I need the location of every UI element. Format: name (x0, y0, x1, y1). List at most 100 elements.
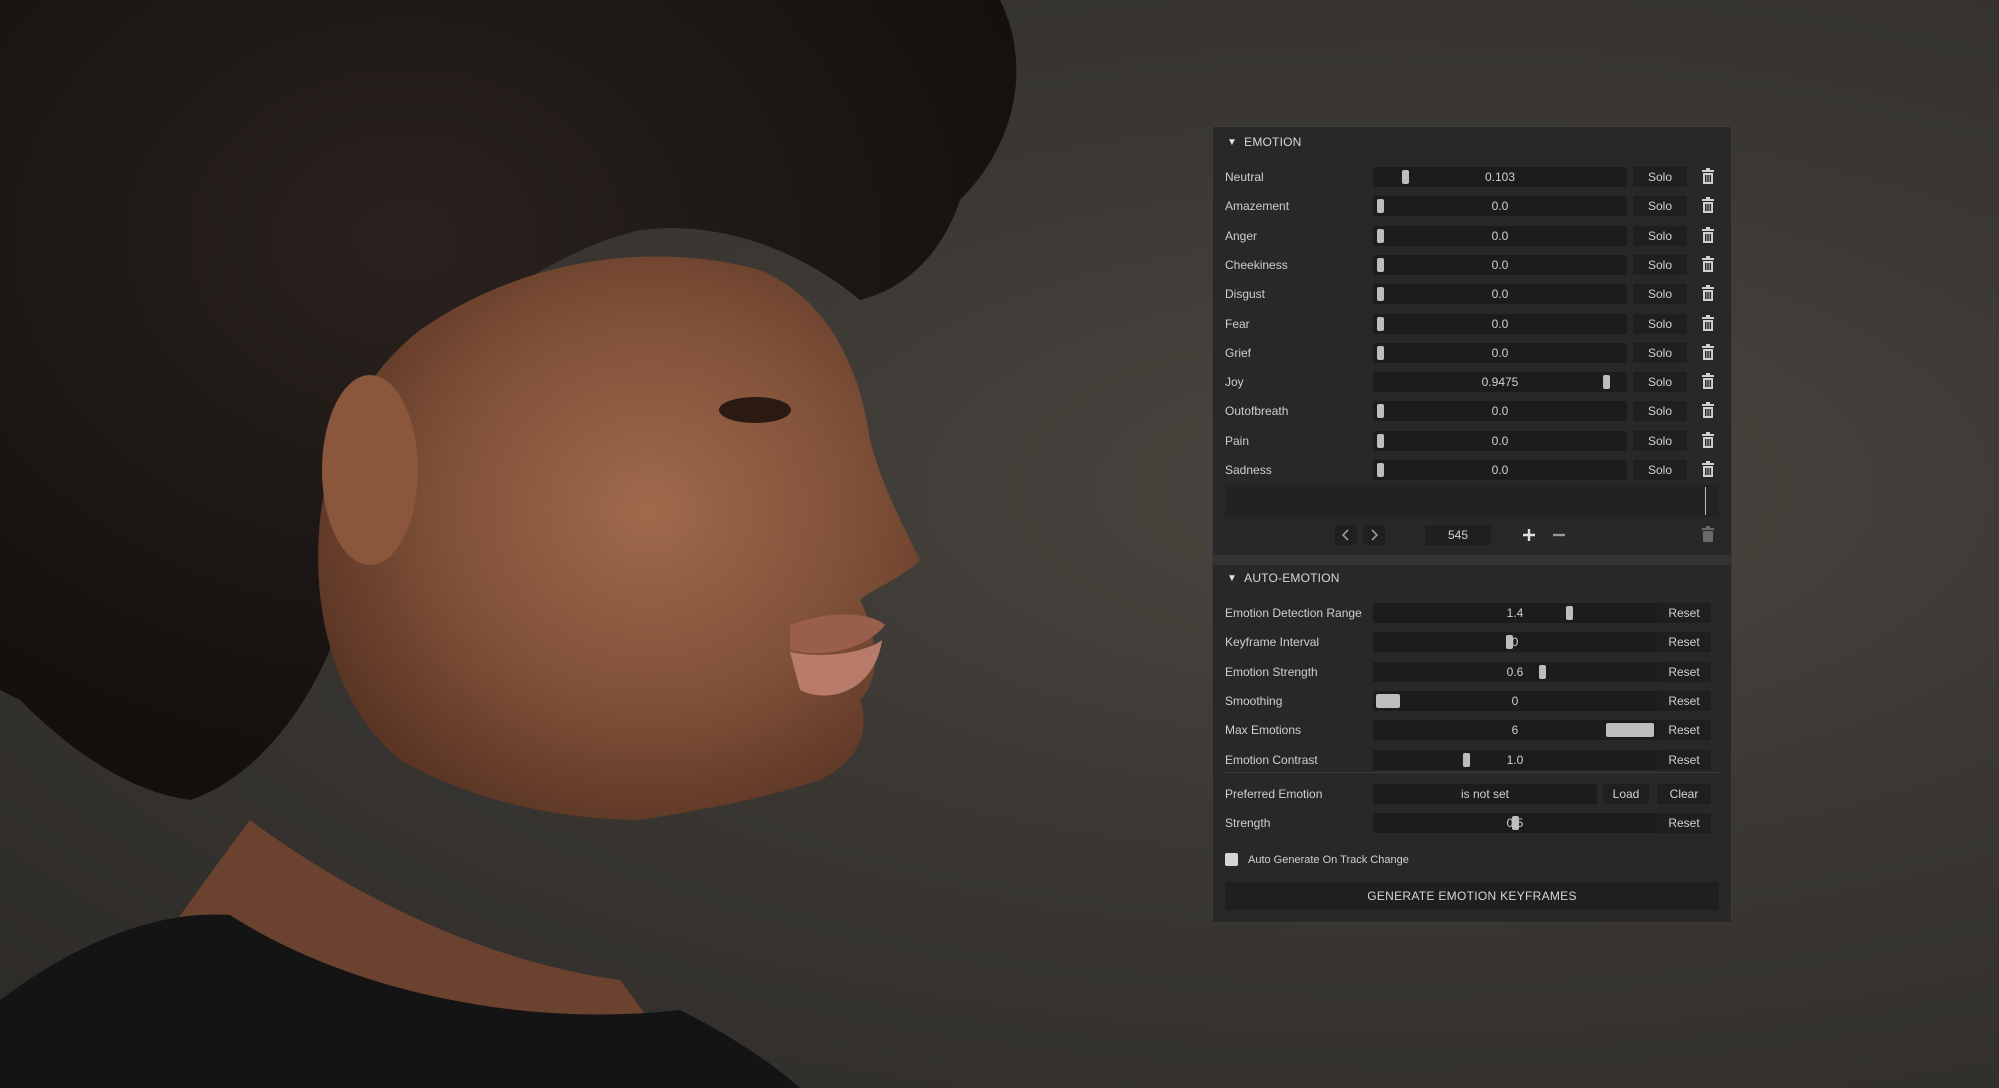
generate-emotion-keyframes-button[interactable]: GENERATE EMOTION KEYFRAMES (1225, 882, 1719, 910)
emotion-slider-knob[interactable] (1377, 199, 1384, 214)
emotion-slider-knob[interactable] (1603, 375, 1611, 390)
delete-emotion-button[interactable] (1701, 285, 1719, 303)
emotion-slider-knob[interactable] (1377, 433, 1384, 448)
emotion-slider-knob[interactable] (1377, 257, 1384, 272)
add-keyframe-button[interactable] (1521, 527, 1537, 543)
next-keyframe-button[interactable] (1363, 525, 1385, 545)
solo-button[interactable]: Solo (1633, 196, 1687, 217)
delete-all-keyframes-button[interactable] (1701, 526, 1719, 544)
auto-emotion-slider-knob[interactable] (1565, 606, 1573, 620)
reset-button[interactable]: Reset (1657, 632, 1711, 653)
emotion-slider-knob[interactable] (1401, 170, 1409, 184)
auto-emotion-slider-knob[interactable] (1606, 723, 1654, 738)
auto-emotion-slider-knob[interactable] (1462, 752, 1470, 767)
delete-emotion-button[interactable] (1701, 255, 1719, 274)
reset-button[interactable]: Reset (1657, 813, 1711, 833)
auto-emotion-value: 1.4 (1506, 606, 1524, 620)
emotion-value: 0.0 (1491, 199, 1509, 214)
emotion-slider-knob[interactable] (1377, 404, 1384, 419)
auto-emotion-slider[interactable]: 1.4 (1373, 603, 1657, 623)
reset-button[interactable]: Reset (1657, 720, 1711, 741)
emotion-label: Sadness (1225, 463, 1272, 477)
auto-emotion-slider[interactable]: 6 (1373, 720, 1657, 741)
emotion-slider-knob[interactable] (1377, 463, 1384, 477)
emotion-slider[interactable]: 0.0 (1373, 460, 1627, 480)
strength-slider-knob[interactable] (1511, 816, 1519, 830)
emotion-slider[interactable]: 0.0 (1373, 401, 1627, 422)
emotion-slider-knob[interactable] (1377, 228, 1384, 243)
timeline-cursor[interactable] (1705, 487, 1706, 515)
delete-emotion-button[interactable] (1701, 461, 1719, 479)
emotion-slider[interactable]: 0.0 (1373, 254, 1627, 275)
delete-emotion-button[interactable] (1701, 314, 1719, 333)
solo-button[interactable]: Solo (1633, 254, 1687, 275)
solo-button[interactable]: Solo (1633, 342, 1687, 363)
emotion-label: Grief (1225, 345, 1252, 360)
auto-emotion-section-header[interactable]: ▼ AUTO-EMOTION (1227, 569, 1340, 587)
emotion-slider-knob[interactable] (1377, 287, 1384, 302)
emotion-slider-knob[interactable] (1377, 316, 1384, 331)
auto-emotion-label: Max Emotions (1225, 723, 1302, 738)
prev-keyframe-button[interactable] (1335, 525, 1357, 545)
solo-button[interactable]: Solo (1633, 430, 1687, 451)
emotion-row: Anger 0.0 Solo (1225, 224, 1719, 248)
emotion-timeline[interactable] (1225, 485, 1719, 517)
auto-generate-checkbox[interactable] (1225, 853, 1238, 866)
solo-button[interactable]: Solo (1633, 460, 1687, 480)
preferred-emotion-field[interactable]: is not set (1373, 784, 1597, 804)
emotion-slider[interactable]: 0.0 (1373, 225, 1627, 246)
remove-keyframe-button[interactable] (1551, 527, 1567, 543)
emotion-slider[interactable]: 0.0 (1373, 313, 1627, 334)
solo-button[interactable]: Solo (1633, 167, 1687, 187)
emotion-value: 0.0 (1491, 345, 1509, 360)
emotion-slider[interactable]: 0.0 (1373, 342, 1627, 363)
delete-emotion-button[interactable] (1701, 431, 1719, 450)
emotion-slider[interactable]: 0.0 (1373, 430, 1627, 451)
emotion-label: Disgust (1225, 287, 1266, 302)
auto-emotion-slider[interactable]: 1.0 (1373, 749, 1657, 770)
auto-emotion-row: Max Emotions 6 Reset (1225, 718, 1719, 742)
delete-emotion-button[interactable] (1701, 343, 1719, 362)
auto-emotion-slider-knob[interactable] (1538, 664, 1546, 679)
reset-button[interactable]: Reset (1657, 690, 1711, 711)
reset-button[interactable]: Reset (1657, 749, 1711, 770)
delete-emotion-button[interactable] (1701, 226, 1719, 245)
reset-button[interactable]: Reset (1657, 661, 1711, 682)
solo-button[interactable]: Solo (1633, 284, 1687, 305)
emotion-slider[interactable]: 0.0 (1373, 284, 1627, 305)
emotion-row: Grief 0.0 Solo (1225, 341, 1719, 365)
emotion-slider[interactable]: 0.0 (1373, 196, 1627, 217)
chevron-right-icon (1371, 529, 1379, 541)
preferred-emotion-row: Preferred Emotion is not set Load Clear (1225, 782, 1719, 806)
auto-emotion-row: Emotion Strength 0.6 Reset (1225, 660, 1719, 684)
emotion-slider-knob[interactable] (1377, 345, 1384, 360)
emotion-row: Outofbreath 0.0 Solo (1225, 399, 1719, 423)
auto-emotion-slider[interactable]: 0 (1373, 632, 1657, 653)
frame-number-field[interactable]: 545 (1425, 525, 1491, 545)
reset-button[interactable]: Reset (1657, 603, 1711, 623)
delete-emotion-button[interactable] (1701, 373, 1719, 391)
delete-emotion-button[interactable] (1701, 168, 1719, 186)
emotion-slider[interactable]: 0.103 (1373, 167, 1627, 187)
solo-button[interactable]: Solo (1633, 401, 1687, 422)
auto-emotion-slider[interactable]: 0 (1373, 690, 1657, 711)
auto-emotion-label: Smoothing (1225, 693, 1283, 708)
preferred-emotion-value: is not set (1460, 787, 1510, 801)
auto-emotion-slider-knob[interactable] (1376, 693, 1400, 708)
delete-emotion-button[interactable] (1701, 402, 1719, 420)
clear-button[interactable]: Clear (1657, 784, 1711, 804)
emotion-row: Pain 0.0 Solo (1225, 429, 1719, 453)
auto-emotion-slider[interactable]: 0.6 (1373, 661, 1657, 682)
emotion-section-header[interactable]: ▼ EMOTION (1227, 133, 1302, 151)
trash-icon (1702, 226, 1714, 243)
auto-generate-label: Auto Generate On Track Change (1248, 854, 1409, 866)
auto-emotion-value: 0 (1511, 635, 1519, 650)
auto-emotion-slider-knob[interactable] (1506, 635, 1514, 650)
emotion-slider[interactable]: 0.9475 (1373, 372, 1627, 393)
solo-button[interactable]: Solo (1633, 372, 1687, 393)
strength-slider[interactable]: 0.5 (1373, 813, 1657, 833)
load-button[interactable]: Load (1603, 784, 1649, 804)
solo-button[interactable]: Solo (1633, 225, 1687, 246)
delete-emotion-button[interactable] (1701, 197, 1719, 215)
solo-button[interactable]: Solo (1633, 313, 1687, 334)
